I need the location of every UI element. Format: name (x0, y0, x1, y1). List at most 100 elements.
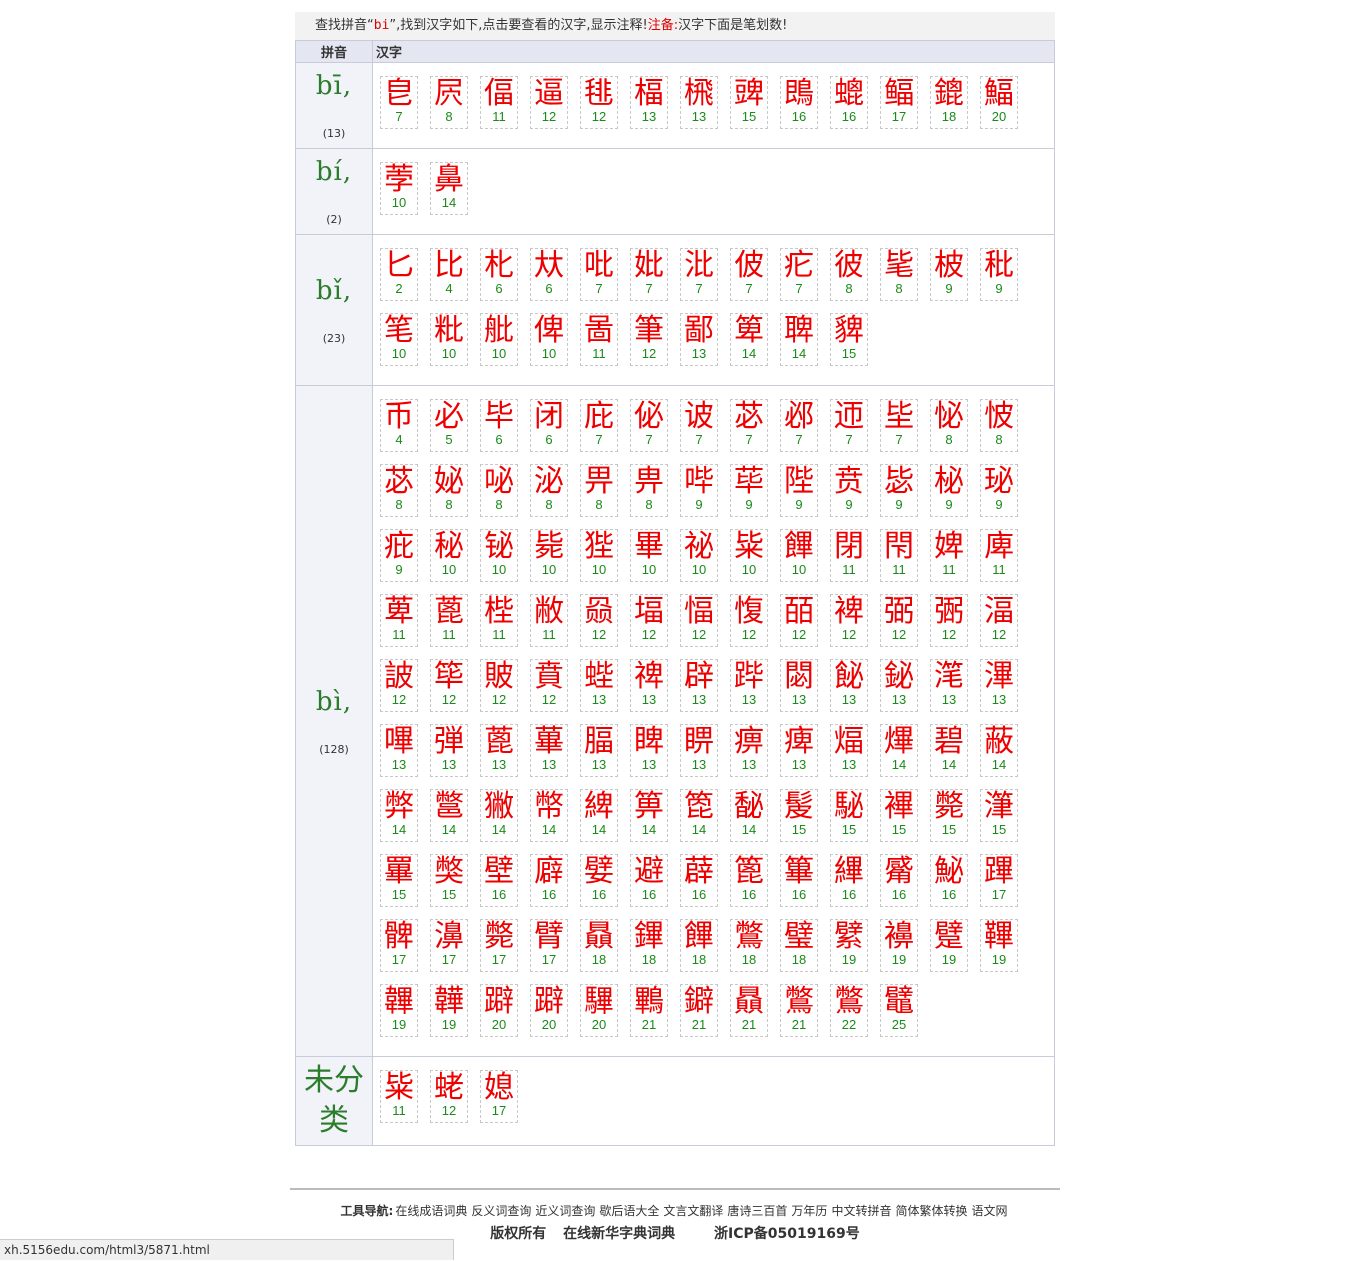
character-link[interactable]: 咇8 (480, 464, 518, 517)
character-link[interactable]: 閉 11 (830, 529, 868, 582)
character-link[interactable]: 鞸 19 (980, 919, 1018, 972)
character-link[interactable]: 鄙 13 (680, 313, 718, 366)
character-link[interactable]: 滗 13 (930, 659, 968, 712)
character-link[interactable]: 湢 12 (980, 594, 1018, 647)
character-link[interactable]: 舭 10 (480, 313, 518, 366)
character-link[interactable]: 堛 12 (630, 594, 668, 647)
character-link[interactable]: 獘 15 (430, 854, 468, 907)
character-link[interactable]: 詖 12 (380, 659, 418, 712)
tool-nav-link[interactable]: 万年历 (791, 1204, 827, 1218)
character-link[interactable]: 沘7 (680, 248, 718, 301)
character-link[interactable]: 鄨 14 (430, 789, 468, 842)
character-link[interactable]: 睤 13 (680, 724, 718, 777)
character-link[interactable]: 廦 16 (530, 854, 568, 907)
character-link[interactable]: 饆 18 (680, 919, 718, 972)
character-link[interactable]: 幣 14 (530, 789, 568, 842)
character-link[interactable]: 妼8 (430, 464, 468, 517)
tool-nav-link[interactable]: 文言文翻译 (663, 1204, 723, 1218)
character-link[interactable]: 萆 11 (380, 594, 418, 647)
character-link[interactable]: 荜9 (730, 464, 768, 517)
character-link[interactable]: 弊 14 (380, 789, 418, 842)
character-link[interactable]: 毖9 (880, 464, 918, 517)
character-link[interactable]: 偪 11 (480, 76, 518, 129)
character-link[interactable]: 闭6 (530, 399, 568, 452)
character-link[interactable]: 馝 14 (730, 789, 768, 842)
character-link[interactable]: 閇 11 (880, 529, 918, 582)
character-link[interactable]: 斃 15 (930, 789, 968, 842)
tool-nav-link[interactable]: 语文网 (971, 1204, 1007, 1218)
character-link[interactable]: 祕 10 (680, 529, 718, 582)
character-link[interactable]: 坒7 (880, 399, 918, 452)
tool-nav-link[interactable]: 中文转拼音 (831, 1204, 891, 1218)
character-link[interactable]: 裨 12 (830, 594, 868, 647)
character-link[interactable]: 鏎 18 (630, 919, 668, 972)
character-link[interactable]: 蛯 12 (430, 1070, 468, 1123)
character-link[interactable]: 诐7 (680, 399, 718, 452)
character-link[interactable]: 避 16 (630, 854, 668, 907)
tool-nav-link[interactable]: 歇后语大全 (599, 1204, 659, 1218)
character-link[interactable]: 赑 12 (580, 594, 618, 647)
character-link[interactable]: 觱 16 (880, 854, 918, 907)
character-link[interactable]: 佊7 (730, 248, 768, 301)
character-link[interactable]: 辟 13 (680, 659, 718, 712)
character-link[interactable]: 篦 16 (730, 854, 768, 907)
character-link[interactable]: 柀9 (930, 248, 968, 301)
character-link[interactable]: 苾7 (730, 399, 768, 452)
character-link[interactable]: 楅 13 (630, 76, 668, 129)
character-link[interactable]: 啚 11 (580, 313, 618, 366)
tool-nav-link[interactable]: 唐诗三百首 (727, 1204, 787, 1218)
character-link[interactable]: 梐 11 (480, 594, 518, 647)
character-link[interactable]: 比4 (430, 248, 468, 301)
character-link[interactable]: 飶 13 (830, 659, 868, 712)
character-link[interactable]: 躃 20 (480, 984, 518, 1037)
character-link[interactable]: 榌 13 (680, 76, 718, 129)
character-link[interactable]: 鷩 22 (830, 984, 868, 1037)
character-link[interactable]: 荸 10 (380, 162, 418, 215)
character-link[interactable]: 襅 15 (880, 789, 918, 842)
character-link[interactable]: 鲾 17 (880, 76, 918, 129)
character-link[interactable]: 韡 19 (430, 984, 468, 1037)
character-link[interactable]: 罼 15 (380, 854, 418, 907)
character-link[interactable]: 篳 16 (780, 854, 818, 907)
character-link[interactable]: 聛 14 (780, 313, 818, 366)
character-link[interactable]: 碧 14 (930, 724, 968, 777)
character-link[interactable]: 箅 14 (630, 789, 668, 842)
character-link[interactable]: 閟 13 (780, 659, 818, 712)
character-link[interactable]: 愊 12 (680, 594, 718, 647)
character-link[interactable]: 蹕 17 (980, 854, 1018, 907)
character-link[interactable]: 蜌 13 (580, 659, 618, 712)
character-link[interactable]: 綼 14 (580, 789, 618, 842)
character-link[interactable]: 縪 16 (830, 854, 868, 907)
character-link[interactable]: 夶6 (530, 248, 568, 301)
character-link[interactable]: 蓽 13 (530, 724, 568, 777)
character-link[interactable]: 鼊 25 (880, 984, 918, 1037)
character-link[interactable]: 臂 17 (530, 919, 568, 972)
character-link[interactable]: 毙 10 (530, 529, 568, 582)
character-link[interactable]: 潷 15 (980, 789, 1018, 842)
character-link[interactable]: 贲9 (830, 464, 868, 517)
character-link[interactable]: 匕2 (380, 248, 418, 301)
character-link[interactable]: 箆 14 (680, 789, 718, 842)
character-link[interactable]: 饆 10 (780, 529, 818, 582)
character-link[interactable]: 媳 17 (480, 1070, 518, 1123)
character-link[interactable]: 鼻 14 (430, 162, 468, 215)
character-link[interactable]: 秘 10 (430, 529, 468, 582)
character-link[interactable]: 襣 19 (880, 919, 918, 972)
character-link[interactable]: 鷩 21 (780, 984, 818, 1037)
character-link[interactable]: 畀8 (580, 464, 618, 517)
character-link[interactable]: 弻 12 (930, 594, 968, 647)
character-link[interactable]: 笔 10 (380, 313, 418, 366)
character-link[interactable]: 筆 12 (630, 313, 668, 366)
character-link[interactable]: 秕9 (980, 248, 1018, 301)
character-link[interactable]: 駜 15 (830, 789, 868, 842)
character-link[interactable]: 躄 19 (930, 919, 968, 972)
character-link[interactable]: 弼 12 (880, 594, 918, 647)
character-link[interactable]: 敝 11 (530, 594, 568, 647)
character-link[interactable]: 驆 20 (580, 984, 618, 1037)
character-link[interactable]: 熚 14 (880, 724, 918, 777)
character-link[interactable]: 粊 11 (380, 1070, 418, 1123)
character-link[interactable]: 躃 20 (530, 984, 568, 1037)
character-link[interactable]: 粃 10 (430, 313, 468, 366)
character-link[interactable]: 怶8 (980, 399, 1018, 452)
character-link[interactable]: 皀7 (380, 76, 418, 129)
